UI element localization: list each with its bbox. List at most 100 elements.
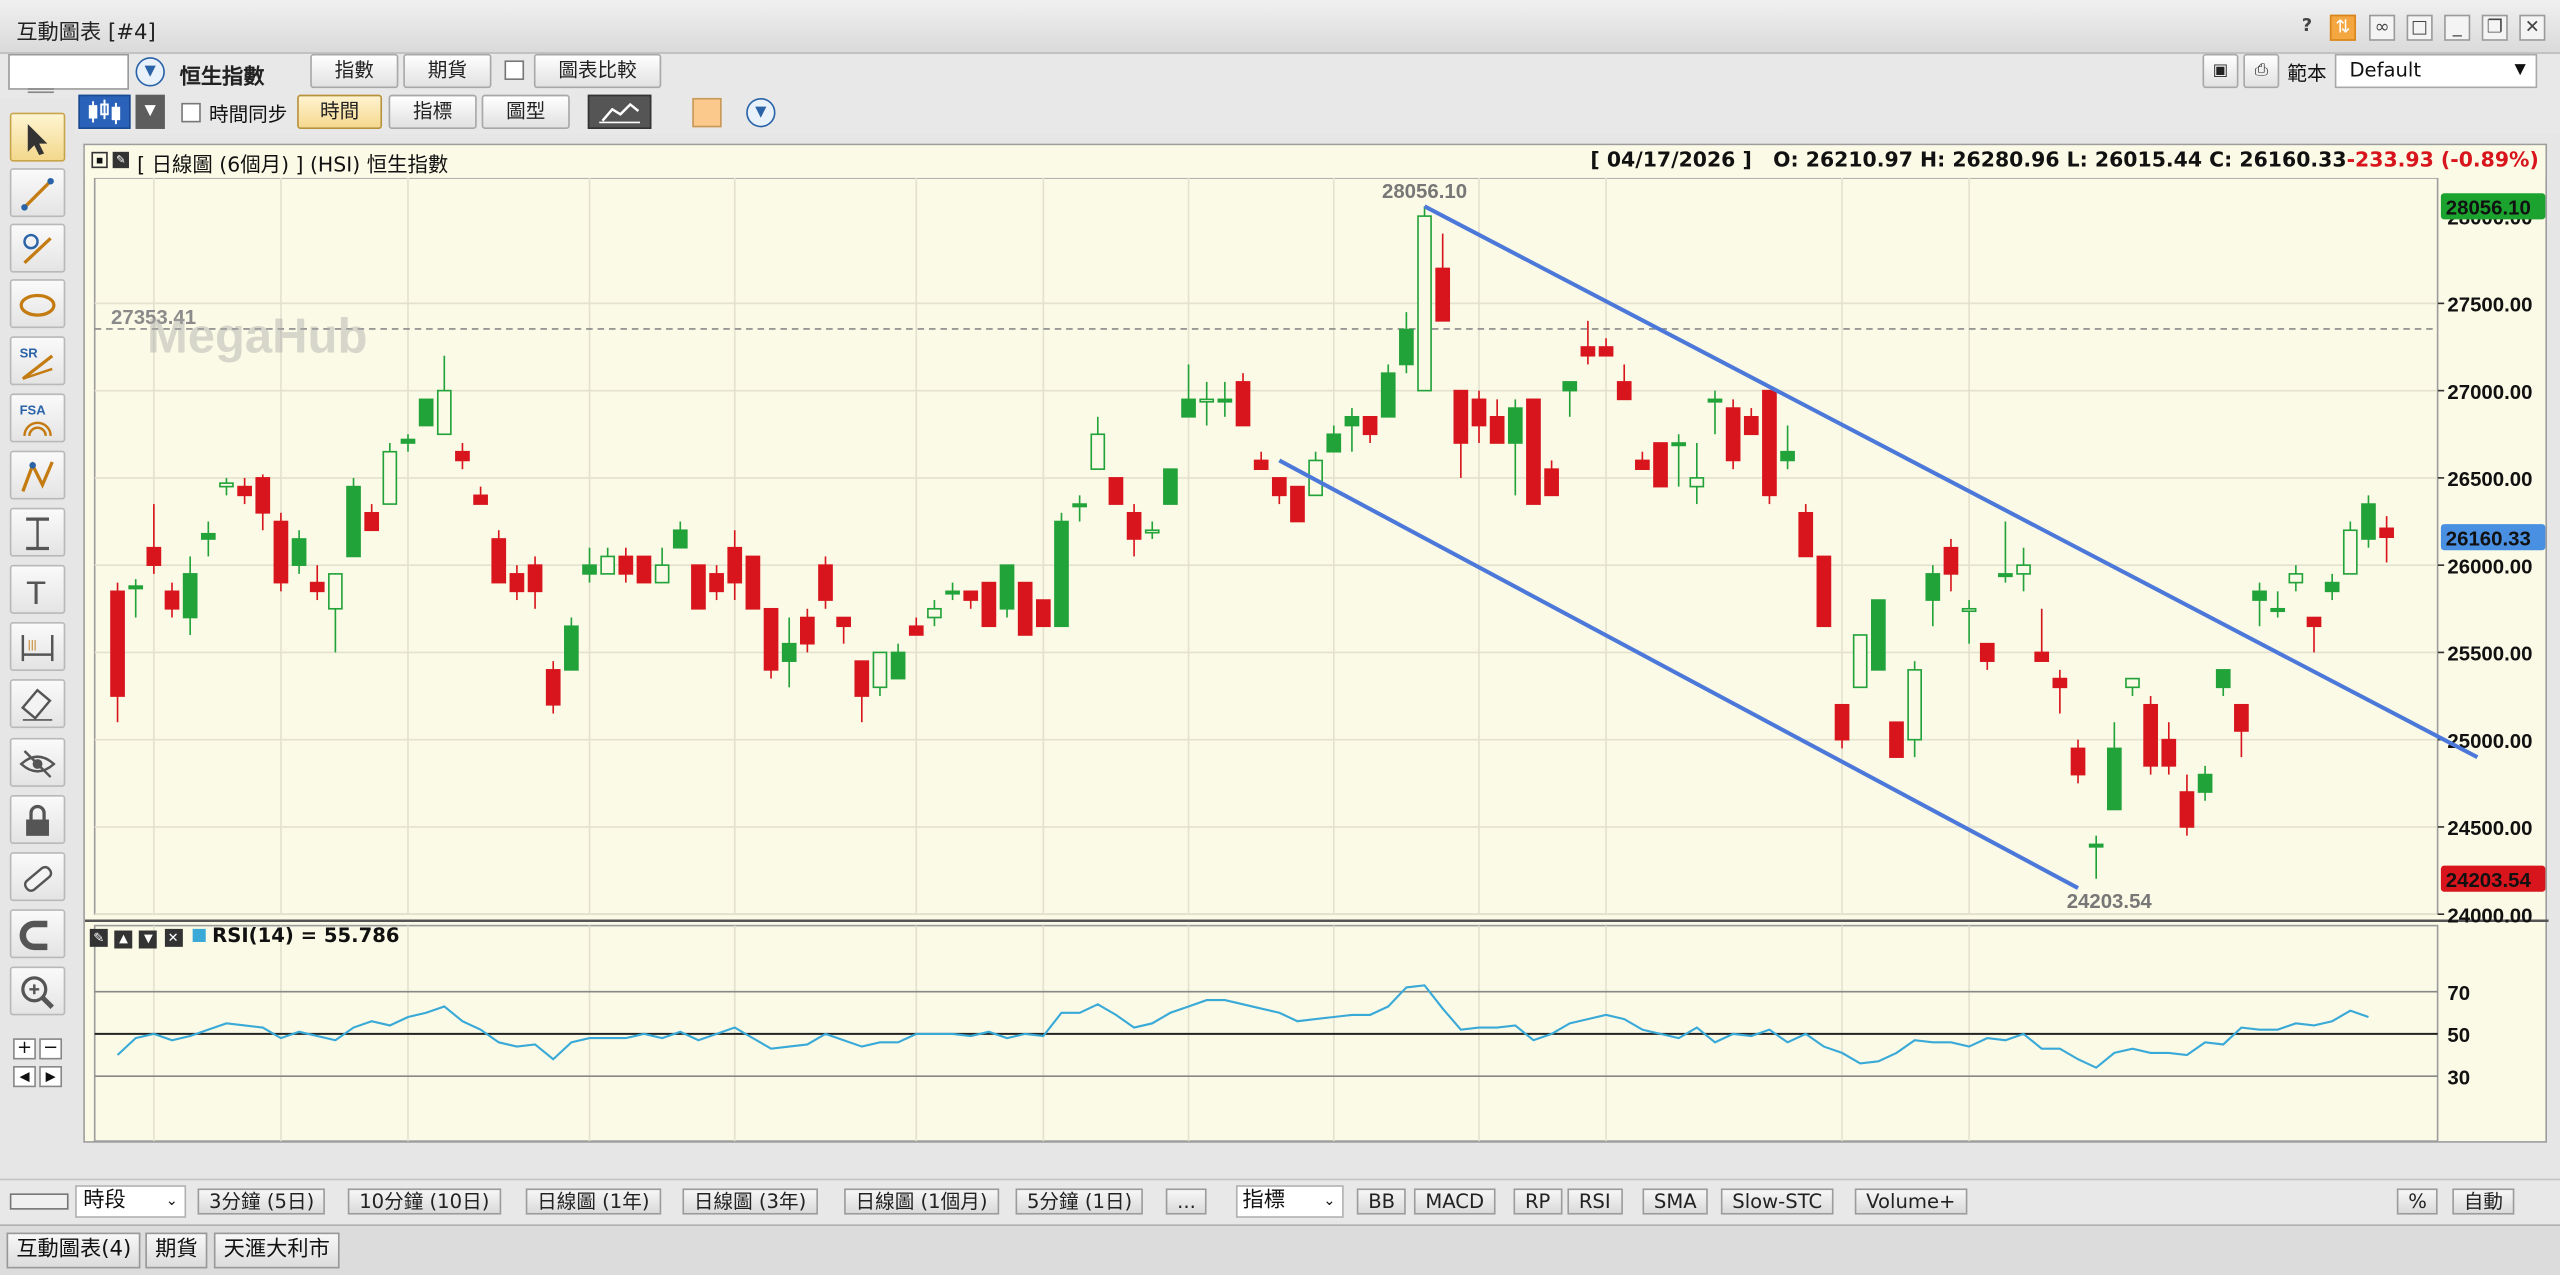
line-chart-icon[interactable] (587, 94, 652, 129)
pointer-tool-icon[interactable] (9, 112, 66, 162)
time-button[interactable]: 時間 (297, 94, 383, 129)
support-resistance-tool-icon[interactable]: SR (9, 336, 66, 386)
rsi-close-icon[interactable]: ✕ (164, 928, 183, 947)
maximize-icon[interactable]: ❐ (2481, 14, 2508, 41)
rsi-up-icon[interactable]: ▲ (114, 930, 133, 949)
candle-body (981, 581, 997, 628)
candle-body (1126, 511, 1142, 540)
restore-icon[interactable]: □ (2406, 14, 2433, 41)
save-icon[interactable]: ▣ (2202, 53, 2239, 89)
compare-button[interactable]: 圖表比較 (533, 53, 662, 89)
auto-button[interactable]: 自動 (2452, 1188, 2515, 1215)
rsi-tick-label: 70 (2447, 983, 2470, 1005)
candle-body (727, 546, 743, 584)
candle-body (146, 546, 162, 566)
indicator-button-slow-stc[interactable]: Slow-STC (1720, 1188, 1834, 1215)
candle-body (691, 564, 706, 610)
visibility-tool-icon[interactable] (9, 737, 66, 787)
compare-checkbox[interactable] (504, 60, 525, 80)
task-tianhui[interactable]: 天滙大利市 (213, 1232, 340, 1269)
add-panel-icon[interactable]: + (13, 1038, 36, 1060)
measure-tool-icon[interactable] (9, 507, 66, 557)
panel-toggle-icon[interactable] (9, 1193, 69, 1210)
zoom-tool-icon[interactable] (9, 966, 66, 1016)
symbol-dropdown-icon[interactable]: ▼ (135, 57, 165, 87)
candle-body (1671, 442, 1687, 447)
scroll-left-icon[interactable]: ◀ (13, 1066, 36, 1088)
candle-body (1707, 398, 1723, 403)
color-swatch[interactable] (692, 97, 722, 128)
magnet-tool-icon[interactable] (9, 909, 66, 959)
interval-button-2[interactable]: 日線圖 (1年) (525, 1188, 661, 1215)
indicator-button-sma[interactable]: SMA (1642, 1188, 1709, 1215)
chart-canvas[interactable]: 24000.0024500.0025000.0025500.0026000.00… (84, 131, 2549, 1176)
candle-body (1798, 511, 1814, 558)
chart-type-button[interactable]: 圖型 (481, 94, 570, 129)
indicator-button-rp[interactable]: RP (1513, 1188, 1562, 1215)
time-sync-checkbox[interactable] (181, 102, 201, 123)
chart-type-dropdown-icon[interactable]: ▼ (135, 94, 165, 129)
rsi-down-icon[interactable]: ▼ (139, 930, 158, 949)
candle-body (636, 555, 652, 584)
trendline-tool-icon[interactable] (9, 168, 66, 218)
candle-body (854, 660, 870, 697)
indicator-button-macd[interactable]: MACD (1413, 1188, 1496, 1215)
candle-body (2324, 581, 2340, 593)
candle-body (908, 625, 924, 636)
period-select[interactable]: 時段 ⌄ (75, 1185, 187, 1218)
help-icon[interactable]: ? (2294, 15, 2320, 41)
interval-button-1[interactable]: 10分鐘 (10日) (347, 1188, 501, 1215)
y-tick-label: 27500.00 (2447, 295, 2532, 317)
indicator-button-volume+[interactable]: Volume+ (1854, 1188, 1967, 1215)
rsi-edit-icon[interactable]: ✎ (89, 928, 108, 947)
task-interactive-chart[interactable]: 互動圖表(4) (6, 1232, 142, 1269)
y-tick-label: 24000.00 (2447, 905, 2532, 927)
template-select[interactable]: Default ▼ (2334, 53, 2538, 89)
minimize-icon[interactable]: _ (2444, 14, 2471, 41)
lock-tool-icon[interactable] (9, 795, 66, 845)
indicator-button-bb[interactable]: BB (1356, 1188, 1407, 1215)
text-tool-icon[interactable]: T (9, 564, 66, 614)
y-tick-label: 26500.00 (2447, 469, 2532, 491)
candle-body (2234, 703, 2249, 732)
delete-drawings-tool-icon[interactable] (9, 852, 66, 902)
interval-button-5[interactable]: 5分鐘 (1日) (1015, 1188, 1144, 1215)
candle-body (545, 669, 561, 706)
fibonacci-fan-tool-icon[interactable] (9, 450, 66, 500)
chart-panel[interactable]: 24000.00 24500.00 25000.00 25500.00 26000.00… (83, 131, 2549, 1176)
candle-body (890, 651, 906, 680)
indicator-button[interactable]: 指標 (388, 94, 477, 129)
scroll-right-icon[interactable]: ▶ (39, 1066, 63, 1088)
range-tool-icon[interactable]: ||| (9, 621, 66, 671)
indicator-select[interactable]: 指標 ⌄ (1235, 1185, 1344, 1218)
print-icon[interactable]: ⎙ (2243, 53, 2280, 89)
link-icon[interactable]: ∞ (2369, 14, 2396, 41)
candle-body (564, 625, 579, 671)
interval-button-3[interactable]: 日線圖 (3年) (682, 1188, 818, 1215)
close-icon[interactable]: ✕ (2519, 14, 2546, 41)
candle-body (1725, 407, 1741, 462)
candle-body (1271, 477, 1287, 497)
interval-button-0[interactable]: 3分鐘 (5日) (197, 1188, 326, 1215)
remove-panel-icon[interactable]: − (39, 1038, 63, 1060)
edit-icon[interactable]: ✎ (112, 151, 129, 169)
fsa-tool-icon[interactable]: FSA (9, 393, 66, 443)
indicator-button-rsi[interactable]: RSI (1567, 1188, 1623, 1215)
template-value: Default (2349, 58, 2422, 82)
eraser-tool-icon[interactable] (9, 679, 66, 729)
candle-body (1852, 634, 1868, 689)
more-options-icon[interactable]: ▼ (746, 97, 776, 128)
task-futures[interactable]: 期貨 (145, 1232, 208, 1269)
index-button[interactable]: 指數 (310, 53, 399, 89)
pin-icon[interactable]: ⇅ (2329, 14, 2356, 41)
interval-button-6[interactable]: ... (1165, 1188, 1208, 1215)
grip-icon (27, 88, 54, 94)
candlestick-type-icon[interactable] (78, 94, 131, 129)
percent-button[interactable]: % (2396, 1188, 2439, 1215)
collapse-icon[interactable]: ▪ (91, 151, 108, 169)
interval-button-4[interactable]: 日線圖 (1個月) (844, 1188, 999, 1215)
ellipse-tool-icon[interactable] (9, 279, 66, 329)
ray-tool-icon[interactable] (9, 223, 66, 273)
symbol-input[interactable] (8, 53, 129, 90)
futures-button[interactable]: 期貨 (403, 53, 492, 89)
